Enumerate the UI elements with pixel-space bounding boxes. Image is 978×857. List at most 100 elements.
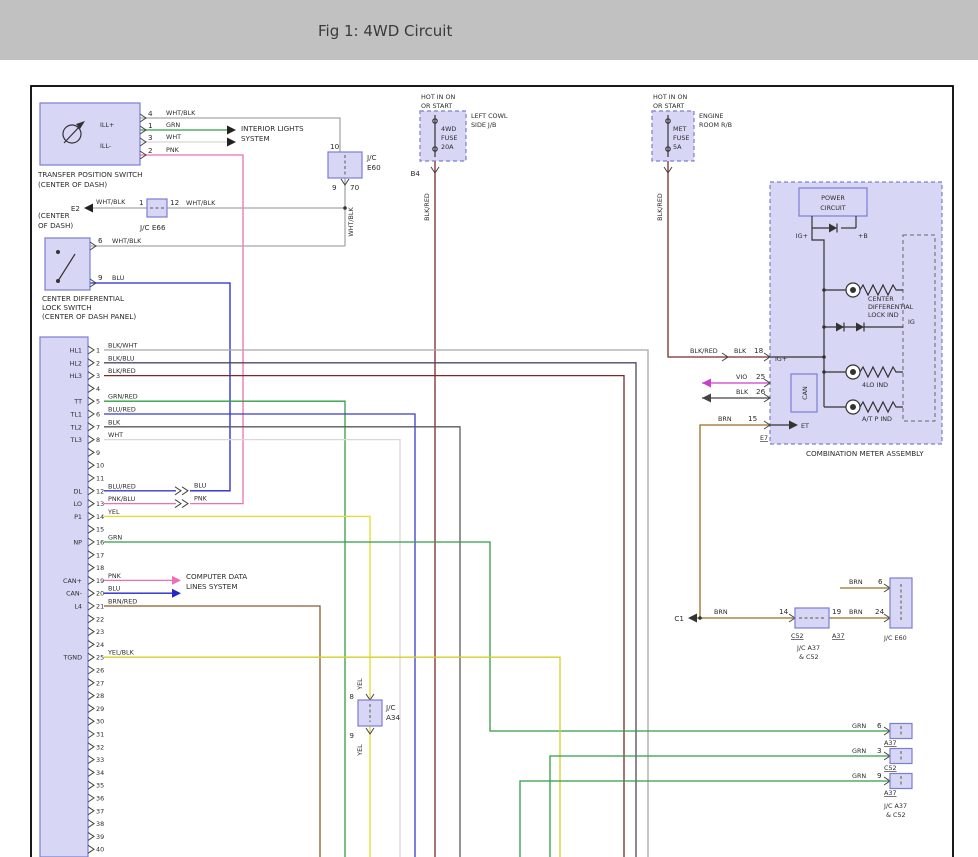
ecu-pin-number: 1 [96, 347, 100, 355]
ecu-pin-number: 15 [96, 526, 104, 534]
indicator-label: DIFFERENTIAL [868, 303, 914, 311]
ecu-pin-number: 2 [96, 359, 100, 367]
wire-label: WHT/BLK [166, 109, 196, 117]
ecu-pin-label: TL1 [69, 411, 82, 419]
wire-label: WHT/BLK [96, 198, 126, 206]
ecu-pin-label: HL1 [70, 347, 82, 355]
ecu-pin-number: 36 [96, 795, 104, 803]
indicator-lamp-icon [846, 400, 860, 414]
component-location: (CENTER OF DASH PANEL) [42, 312, 136, 321]
ecu-pin-label: L4 [74, 603, 82, 611]
ecu-pin-number: 33 [96, 756, 104, 764]
wire-label: BLU [108, 585, 121, 593]
junction-name: J/C [366, 153, 377, 162]
connector-ref: A37 [884, 739, 897, 747]
pin-number: 10 [330, 142, 340, 151]
junction-name: J/C A37 [796, 644, 820, 652]
ecu-pin-number: 39 [96, 833, 104, 841]
ecu-pin-label: HL3 [70, 372, 82, 380]
junction-box [890, 749, 912, 764]
wire-label: PNK [194, 495, 208, 503]
ecu-pin-number: 4 [96, 385, 100, 393]
wire-label: GRN [852, 747, 866, 755]
wire-label: BLK [736, 388, 749, 396]
ecu-pin-number: 7 [96, 423, 100, 431]
wire-label: WHT/BLK [186, 199, 216, 207]
pin-number: 6 [877, 721, 882, 730]
junction-name: J/C E66 [139, 223, 166, 232]
ecu-pin-label: LO [74, 500, 82, 508]
pin-number: 8 [349, 692, 354, 701]
ecu-pin-number: 29 [96, 705, 104, 713]
power-source-label: OR START [653, 102, 684, 110]
fuse-location: ENGINE [699, 112, 723, 120]
pin-number: 4 [148, 109, 153, 118]
wire-label: GRN [108, 534, 122, 542]
pin-number: 25 [756, 372, 765, 381]
wire-label: BRN [849, 578, 863, 586]
pin-number: 6 [98, 236, 103, 245]
wire-label: PNK [166, 146, 180, 154]
ecu-pin-number: 16 [96, 539, 104, 547]
connector-ref: C1 [674, 614, 684, 623]
ecu-pin-number: 5 [96, 398, 100, 406]
junction-name: A34 [386, 713, 400, 722]
wire-label: GRN [852, 722, 866, 730]
indicator-label: LOCK IND [868, 311, 899, 319]
junction-name: E60 [367, 163, 381, 172]
power-source-label: OR START [421, 102, 452, 110]
power-circuit-label: POWER [821, 194, 845, 202]
connector-ref: C52 [791, 632, 804, 640]
ecu-pin-number: 38 [96, 820, 104, 828]
indicator-lamp-icon [846, 283, 860, 297]
pin-number: 15 [748, 414, 757, 423]
indicator-label: A/T P IND [862, 415, 892, 423]
power-source-label: HOT IN ON [421, 93, 455, 101]
wire-label: BLK [108, 418, 121, 426]
ecu-pin-label: TT [73, 398, 82, 406]
connector-ref: C52 [884, 764, 897, 772]
ecu-pin-number: 21 [96, 603, 104, 611]
connector-ref: E2 [71, 204, 80, 213]
ecu-pin-label: DL [74, 487, 83, 495]
ecu-pin-label: CAN+ [63, 577, 82, 585]
pin-number: 3 [877, 746, 882, 755]
fuse-name: FUSE [673, 134, 689, 142]
pin-number: 14 [779, 607, 789, 616]
power-circuit-label: CIRCUIT [820, 204, 845, 212]
ecu-pin-label: TL2 [69, 423, 82, 431]
wire-label: GRN [852, 772, 866, 780]
ill-minus-label: ILL- [100, 142, 111, 150]
ecu-pin-number: 18 [96, 564, 104, 572]
ecu-pin-label: TL3 [69, 436, 82, 444]
wire-label: BLU/RED [108, 482, 136, 490]
ecu-pin-number: 11 [96, 475, 104, 483]
wire-label: BLU [112, 274, 125, 282]
ecu-pin-number: 24 [96, 641, 104, 649]
ecu-pin-number: 40 [96, 846, 104, 854]
wire-label: BRN [718, 415, 732, 423]
system-label: LINES SYSTEM [186, 582, 238, 591]
component-name: LOCK SWITCH [42, 303, 92, 312]
pin-name: IG+ [775, 355, 787, 363]
wire-label: WHT/BLK [112, 237, 142, 245]
fuse-name: FUSE [441, 134, 457, 142]
ecu-pin-number: 20 [96, 590, 104, 598]
ecu-pin-number: 19 [96, 577, 104, 585]
fuse-location: SIDE J/B [471, 121, 496, 129]
title-bar [0, 0, 978, 60]
connector-ref: E7 [760, 434, 768, 442]
fuse-rating: 5A [673, 143, 682, 151]
wire-label-vertical: YEL [356, 678, 364, 691]
wire-label: BRN/RED [108, 598, 137, 606]
pin-number: 9 [332, 183, 337, 192]
junction-box [890, 724, 912, 739]
ill-plus-label: ILL+ [100, 121, 114, 129]
wire-label: BLK [734, 347, 747, 355]
pin-number: 9 [98, 273, 103, 282]
indicator-label: 4LO IND [862, 381, 888, 389]
ecu-pin-number: 3 [96, 372, 100, 380]
ecu-pin-number: 13 [96, 500, 104, 508]
component-name: COMBINATION METER ASSEMBLY [806, 449, 924, 458]
ecu-pin-label: TGND [62, 654, 82, 662]
